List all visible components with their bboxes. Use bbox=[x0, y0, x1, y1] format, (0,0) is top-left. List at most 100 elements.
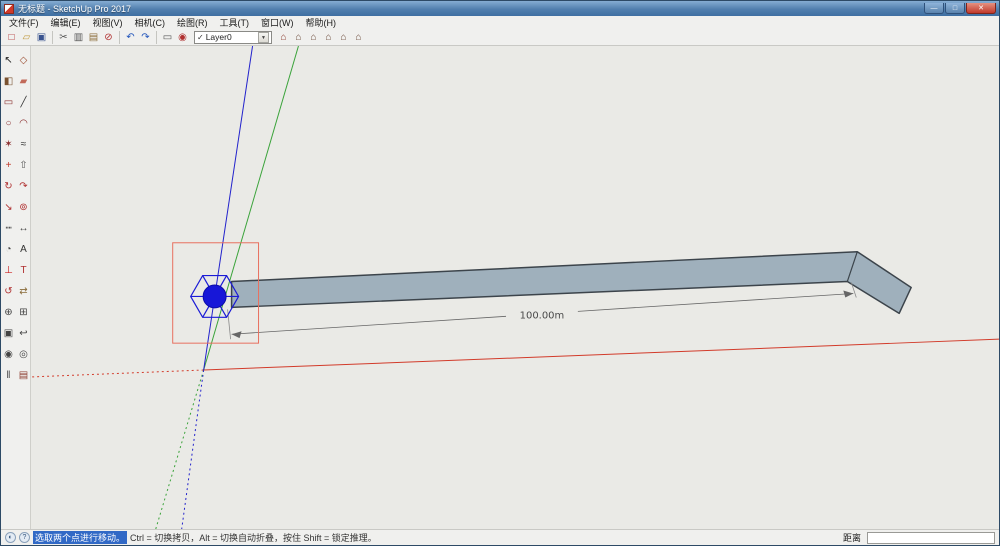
large-tool-set: ↖◇◧▰▭╱○◠✶≈+⇧↻↷↘⊚┉↔◔A⊥T↺⇄⊕⊞▣↩◉◎‖▤ bbox=[1, 46, 31, 529]
dimension-arrow-left bbox=[232, 331, 242, 338]
menu-tools[interactable]: 工具(T) bbox=[214, 16, 256, 29]
cut-icon[interactable]: ✂ bbox=[56, 30, 71, 45]
print-icon[interactable]: ▭ bbox=[160, 30, 175, 45]
main-toolbar: □▱▣ ✂▥▤⊘ ↶↷ ▭◉ ✓ Layer0 ▼ ⌂⌂⌂⌂⌂⌂ bbox=[1, 29, 999, 46]
scale-tool[interactable]: ↘ bbox=[1, 197, 16, 218]
line-tool[interactable]: ╱ bbox=[16, 92, 31, 113]
zoom-window-tool[interactable]: ⊞ bbox=[16, 302, 31, 323]
main-area: ↖◇◧▰▭╱○◠✶≈+⇧↻↷↘⊚┉↔◔A⊥T↺⇄⊕⊞▣↩◉◎‖▤ bbox=[1, 46, 999, 529]
orbit-tool[interactable]: ↺ bbox=[1, 281, 16, 302]
position-camera-tool[interactable]: ◉ bbox=[1, 344, 16, 365]
measurement-input[interactable] bbox=[867, 532, 995, 544]
layer-check-icon: ✓ bbox=[197, 33, 204, 42]
menu-view[interactable]: 视图(V) bbox=[87, 16, 129, 29]
bar-geometry[interactable] bbox=[232, 252, 912, 314]
eraser-tool[interactable]: ▰ bbox=[16, 71, 31, 92]
views-icon-group: ⌂⌂⌂⌂⌂⌂ bbox=[276, 30, 366, 45]
axes-tool[interactable]: ⊥ bbox=[1, 260, 16, 281]
redo-icon[interactable]: ↷ bbox=[138, 30, 153, 45]
dimension-label: 100.00m bbox=[520, 310, 565, 321]
3d-text-tool[interactable]: T bbox=[16, 260, 31, 281]
menubar: 文件(F)编辑(E)视图(V)相机(C)绘图(R)工具(T)窗口(W)帮助(H) bbox=[1, 16, 999, 29]
red-axis-line bbox=[204, 339, 999, 370]
undo-icon-group: ↶↷ bbox=[123, 30, 153, 45]
statusbar: ◐? 选取两个点进行移动。 Ctrl = 切换拷贝，Alt = 切换自动折叠，按… bbox=[1, 529, 999, 545]
close-button[interactable]: ✕ bbox=[966, 3, 996, 14]
zoom-tool[interactable]: ⊕ bbox=[1, 302, 16, 323]
chevron-down-icon[interactable]: ▼ bbox=[258, 32, 269, 43]
menu-edit[interactable]: 编辑(E) bbox=[45, 16, 87, 29]
layer-dropdown[interactable]: ✓ Layer0 ▼ bbox=[194, 31, 272, 44]
titlebar[interactable]: 无标题 - SketchUp Pro 2017 —□✕ bbox=[1, 1, 999, 16]
menu-draw[interactable]: 绘图(R) bbox=[171, 16, 214, 29]
new-icon[interactable]: □ bbox=[4, 30, 19, 45]
menu-help[interactable]: 帮助(H) bbox=[300, 16, 343, 29]
dimension-tool[interactable]: ↔ bbox=[16, 218, 31, 239]
left-view-icon[interactable]: ⌂ bbox=[351, 30, 366, 45]
save-icon[interactable]: ▣ bbox=[34, 30, 49, 45]
menu-window[interactable]: 窗口(W) bbox=[255, 16, 300, 29]
model-info-icon[interactable]: ◉ bbox=[175, 30, 190, 45]
iso-view-icon[interactable]: ⌂ bbox=[276, 30, 291, 45]
status-icon-group: ◐? bbox=[5, 532, 30, 543]
polygon-tool[interactable]: ✶ bbox=[1, 134, 16, 155]
rotate-tool[interactable]: ↻ bbox=[1, 176, 16, 197]
front-view-icon[interactable]: ⌂ bbox=[306, 30, 321, 45]
erase-icon[interactable]: ⊘ bbox=[101, 30, 116, 45]
walk-tool[interactable]: ‖ bbox=[1, 365, 16, 386]
freehand-tool[interactable]: ≈ bbox=[16, 134, 31, 155]
status-hint: Ctrl = 切换拷贝，Alt = 切换自动折叠，按住 Shift = 锁定推理… bbox=[130, 531, 377, 544]
dimension-line-right bbox=[578, 293, 853, 311]
open-icon[interactable]: ▱ bbox=[19, 30, 34, 45]
make-component-tool[interactable]: ◇ bbox=[16, 50, 31, 71]
blue-axis-line bbox=[204, 46, 253, 370]
sketchup-logo-icon bbox=[4, 4, 14, 14]
top-view-icon[interactable]: ⌂ bbox=[291, 30, 306, 45]
arc-tool[interactable]: ◠ bbox=[16, 113, 31, 134]
tape-measure-tool[interactable]: ┉ bbox=[1, 218, 16, 239]
geolocation-icon[interactable]: ◐ bbox=[5, 532, 16, 543]
sketchup-window: 无标题 - SketchUp Pro 2017 —□✕ 文件(F)编辑(E)视图… bbox=[0, 0, 1000, 546]
push-pull-tool[interactable]: ⇧ bbox=[16, 155, 31, 176]
menu-file[interactable]: 文件(F) bbox=[3, 16, 45, 29]
green-axis-negative bbox=[156, 370, 204, 529]
blue-axis-negative bbox=[182, 370, 204, 529]
dimension-line-left bbox=[232, 316, 506, 334]
drawing-canvas[interactable]: 100.00m bbox=[31, 46, 999, 529]
circle-tool[interactable]: ○ bbox=[1, 113, 16, 134]
text-tool[interactable]: A bbox=[16, 239, 31, 260]
red-axis-negative bbox=[31, 370, 204, 377]
move-tool[interactable]: + bbox=[1, 155, 16, 176]
copy-icon[interactable]: ▥ bbox=[71, 30, 86, 45]
back-view-icon[interactable]: ⌂ bbox=[336, 30, 351, 45]
offset-tool[interactable]: ⊚ bbox=[16, 197, 31, 218]
right-view-icon[interactable]: ⌂ bbox=[321, 30, 336, 45]
toolbar-separator bbox=[119, 31, 120, 44]
paste-icon[interactable]: ▤ bbox=[86, 30, 101, 45]
menu-camera[interactable]: 相机(C) bbox=[129, 16, 172, 29]
green-axis-line bbox=[204, 46, 299, 370]
credits-icon[interactable]: ? bbox=[19, 532, 30, 543]
maximize-button[interactable]: □ bbox=[945, 3, 965, 14]
minimize-button[interactable]: — bbox=[924, 3, 944, 14]
toolbar-separator bbox=[156, 31, 157, 44]
select-tool[interactable]: ↖ bbox=[1, 50, 16, 71]
follow-me-tool[interactable]: ↷ bbox=[16, 176, 31, 197]
sphere-component[interactable] bbox=[203, 285, 226, 308]
window-title: 无标题 - SketchUp Pro 2017 bbox=[18, 2, 131, 15]
previous-view-tool[interactable]: ↩ bbox=[16, 323, 31, 344]
viewport[interactable]: 100.00m bbox=[31, 46, 999, 529]
zoom-extents-tool[interactable]: ▣ bbox=[1, 323, 16, 344]
look-around-tool[interactable]: ◎ bbox=[16, 344, 31, 365]
window-controls: —□✕ bbox=[924, 3, 996, 14]
protractor-tool[interactable]: ◔ bbox=[1, 239, 16, 260]
dimension-arrow-right bbox=[843, 290, 853, 297]
section-plane-tool[interactable]: ▤ bbox=[16, 365, 31, 386]
status-hint-highlight: 选取两个点进行移动。 bbox=[33, 531, 127, 544]
measurement-label: 距离 bbox=[843, 531, 864, 544]
undo-icon[interactable]: ↶ bbox=[123, 30, 138, 45]
pan-tool[interactable]: ⇄ bbox=[16, 281, 31, 302]
edit-icon-group: ✂▥▤⊘ bbox=[56, 30, 116, 45]
rectangle-tool[interactable]: ▭ bbox=[1, 92, 16, 113]
paint-bucket-tool[interactable]: ◧ bbox=[1, 71, 16, 92]
